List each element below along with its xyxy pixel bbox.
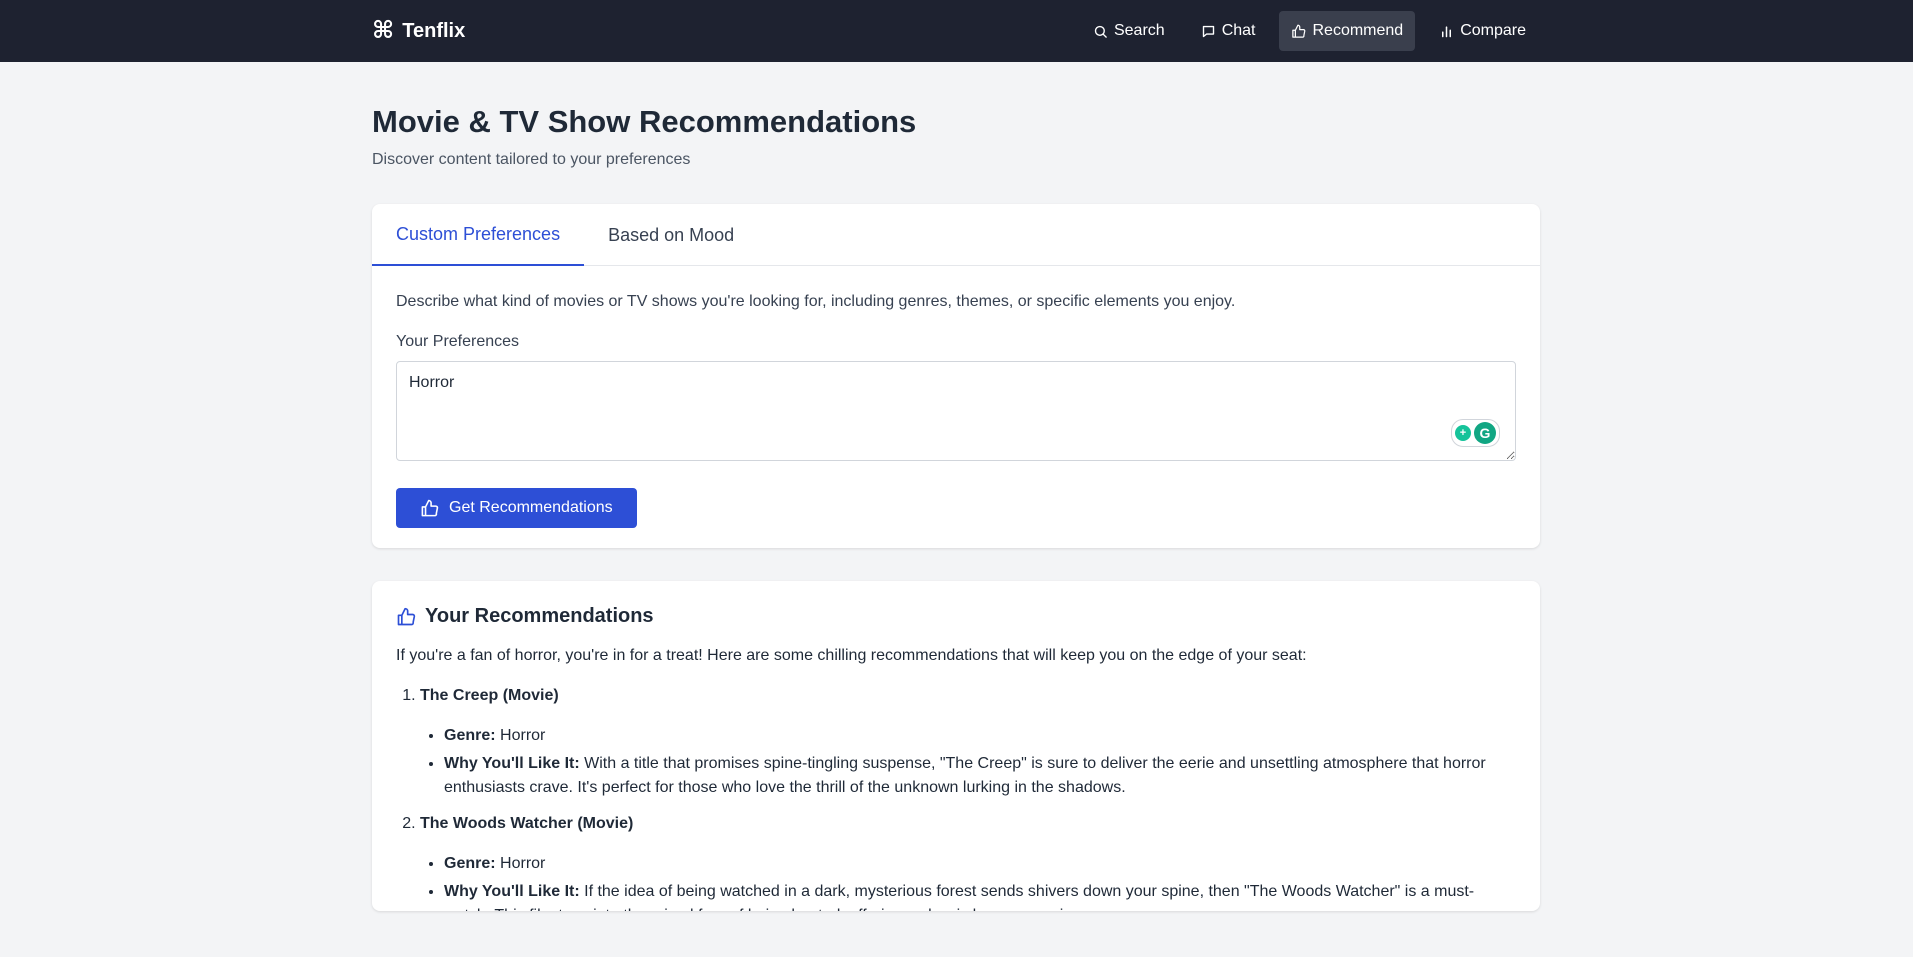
get-recommendations-button[interactable]: Get Recommendations	[396, 488, 637, 528]
recommendation-title: The Woods Watcher (Movie)	[420, 815, 634, 832]
preferences-textarea[interactable]: Horror	[396, 361, 1516, 461]
why-line: Why You'll Like It: With a title that pr…	[444, 752, 1516, 800]
thumbs-up-icon	[1292, 24, 1306, 38]
list-item: The Creep (Movie) Genre: Horror Why You'…	[420, 684, 1516, 800]
page-subtitle: Discover content tailored to your prefer…	[372, 151, 691, 168]
genre-value: Horror	[500, 855, 546, 872]
chat-icon	[1202, 25, 1214, 37]
why-line: Why You'll Like It: If the idea of being…	[444, 880, 1516, 911]
preferences-description: Describe what kind of movies or TV shows…	[396, 293, 1236, 310]
preferences-card: Custom Preferences Based on Mood Describ…	[372, 204, 1540, 548]
list-item: The Woods Watcher (Movie) Genre: Horror …	[420, 812, 1516, 911]
tab-bar: Custom Preferences Based on Mood	[372, 204, 1540, 266]
nav-link-chat[interactable]: Chat	[1189, 11, 1268, 51]
search-icon	[1094, 25, 1107, 38]
thumbs-up-icon	[397, 607, 416, 625]
nav-link-label: Search	[1113, 22, 1165, 39]
brand-logo[interactable]: ⌘ Tenflix	[372, 19, 465, 43]
nav-link-compare[interactable]: Compare	[1427, 11, 1538, 51]
genre-line: Genre: Horror	[444, 852, 1516, 876]
tab-custom-preferences[interactable]: Custom Preferences	[372, 204, 585, 266]
tab-based-on-mood[interactable]: Based on Mood	[584, 204, 758, 266]
grammarly-icon[interactable]: G	[1474, 422, 1496, 444]
genre-value: Horror	[500, 727, 546, 744]
page-title: Movie & TV Show Recommendations	[372, 104, 917, 139]
nav-link-recommend[interactable]: Recommend	[1279, 11, 1416, 51]
recommendation-title: The Creep (Movie)	[420, 687, 559, 704]
recommendation-list: The Creep (Movie) Genre: Horror Why You'…	[396, 684, 1516, 911]
results-intro: If you're a fan of horror, you're in for…	[396, 647, 1307, 664]
results-title: Your Recommendations	[425, 605, 654, 627]
nav-link-label: Chat	[1221, 22, 1256, 39]
thumbs-up-icon	[421, 499, 439, 516]
results-card: Your Recommendations If you're a fan of …	[372, 581, 1540, 911]
command-icon: ⌘	[372, 17, 395, 44]
nav-link-label: Recommend	[1312, 22, 1404, 39]
brand-name: Tenflix	[402, 19, 466, 42]
top-navbar: ⌘ Tenflix Search Chat Recommend Compare	[0, 0, 1913, 62]
grammarly-widget[interactable]: + G	[1451, 419, 1500, 447]
why-text: With a title that promises spine-tinglin…	[444, 755, 1486, 796]
button-label: Get Recommendations	[449, 499, 613, 516]
preferences-label: Your Preferences	[396, 333, 520, 350]
nav-link-search[interactable]: Search	[1081, 11, 1177, 51]
lightbulb-icon[interactable]: +	[1455, 425, 1471, 441]
bar-chart-icon	[1442, 25, 1452, 37]
why-text: If the idea of being watched in a dark, …	[444, 883, 1475, 911]
nav-links: Search Chat Recommend Compare	[1081, 11, 1538, 51]
nav-link-label: Compare	[1460, 22, 1526, 39]
genre-line: Genre: Horror	[444, 724, 1516, 748]
main-content: Movie & TV Show Recommendations Discover…	[372, 102, 1540, 911]
